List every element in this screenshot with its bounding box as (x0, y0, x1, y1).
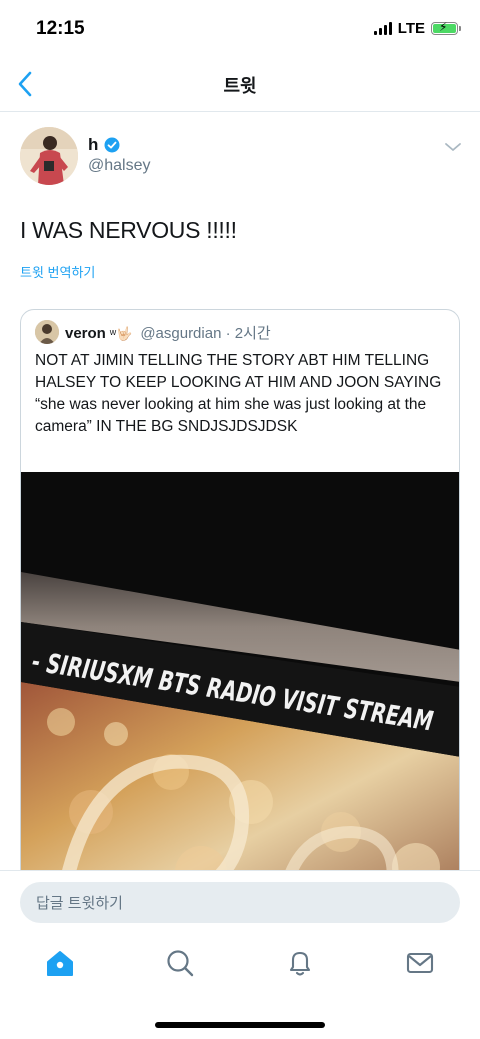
network-type: LTE (397, 20, 425, 37)
author-name-row: h (88, 135, 120, 155)
quoted-author-emoji: ʷ🤟🏻 (109, 326, 133, 341)
nav-bar: 트윗 (0, 58, 480, 112)
home-icon[interactable] (45, 948, 75, 978)
tab-bar (0, 942, 480, 1002)
quoted-tweet-card[interactable]: veron ʷ🤟🏻 @asgurdian · 2시간 NOT AT JIMIN … (20, 309, 460, 909)
quoted-header: veron ʷ🤟🏻 @asgurdian · 2시간 (65, 322, 271, 343)
verified-badge-icon (104, 137, 120, 153)
battery-icon: ⚡ (431, 20, 461, 35)
home-indicator[interactable] (155, 1022, 325, 1028)
chevron-down-icon[interactable] (444, 141, 462, 153)
quoted-avatar (35, 320, 59, 344)
author-name[interactable]: h (88, 135, 98, 155)
cellular-signal-icon (373, 22, 392, 35)
notifications-icon[interactable] (285, 948, 315, 978)
charging-bolt-icon: ⚡ (439, 20, 448, 34)
tweet-text: I WAS NERVOUS !!!!! (20, 217, 237, 243)
page-title: 트윗 (223, 76, 257, 96)
status-bar: 12:15 LTE ⚡ (0, 0, 480, 58)
search-icon[interactable] (165, 948, 195, 978)
messages-icon[interactable] (405, 948, 435, 978)
quoted-tweet-text: NOT AT JIMIN TELLING THE STORY ABT HIM T… (35, 352, 442, 435)
author-handle[interactable]: @halsey (88, 157, 151, 175)
reply-input[interactable]: 답글 트윗하기 (20, 882, 460, 923)
avatar[interactable] (20, 127, 78, 185)
quoted-author-name: veron (65, 325, 106, 342)
quoted-author-handle-time: @asgurdian · 2시간 (140, 325, 271, 342)
quoted-media-video[interactable]: - SIRIUSXM BTS RADIO VISIT STREAM (21, 472, 459, 908)
video-frame: - SIRIUSXM BTS RADIO VISIT STREAM (21, 472, 459, 908)
status-time: 12:15 (36, 18, 85, 39)
status-indicators: LTE ⚡ (373, 20, 461, 37)
translate-tweet-link[interactable]: 트윗 번역하기 (20, 262, 95, 281)
reply-bar: 답글 트윗하기 (0, 870, 480, 942)
